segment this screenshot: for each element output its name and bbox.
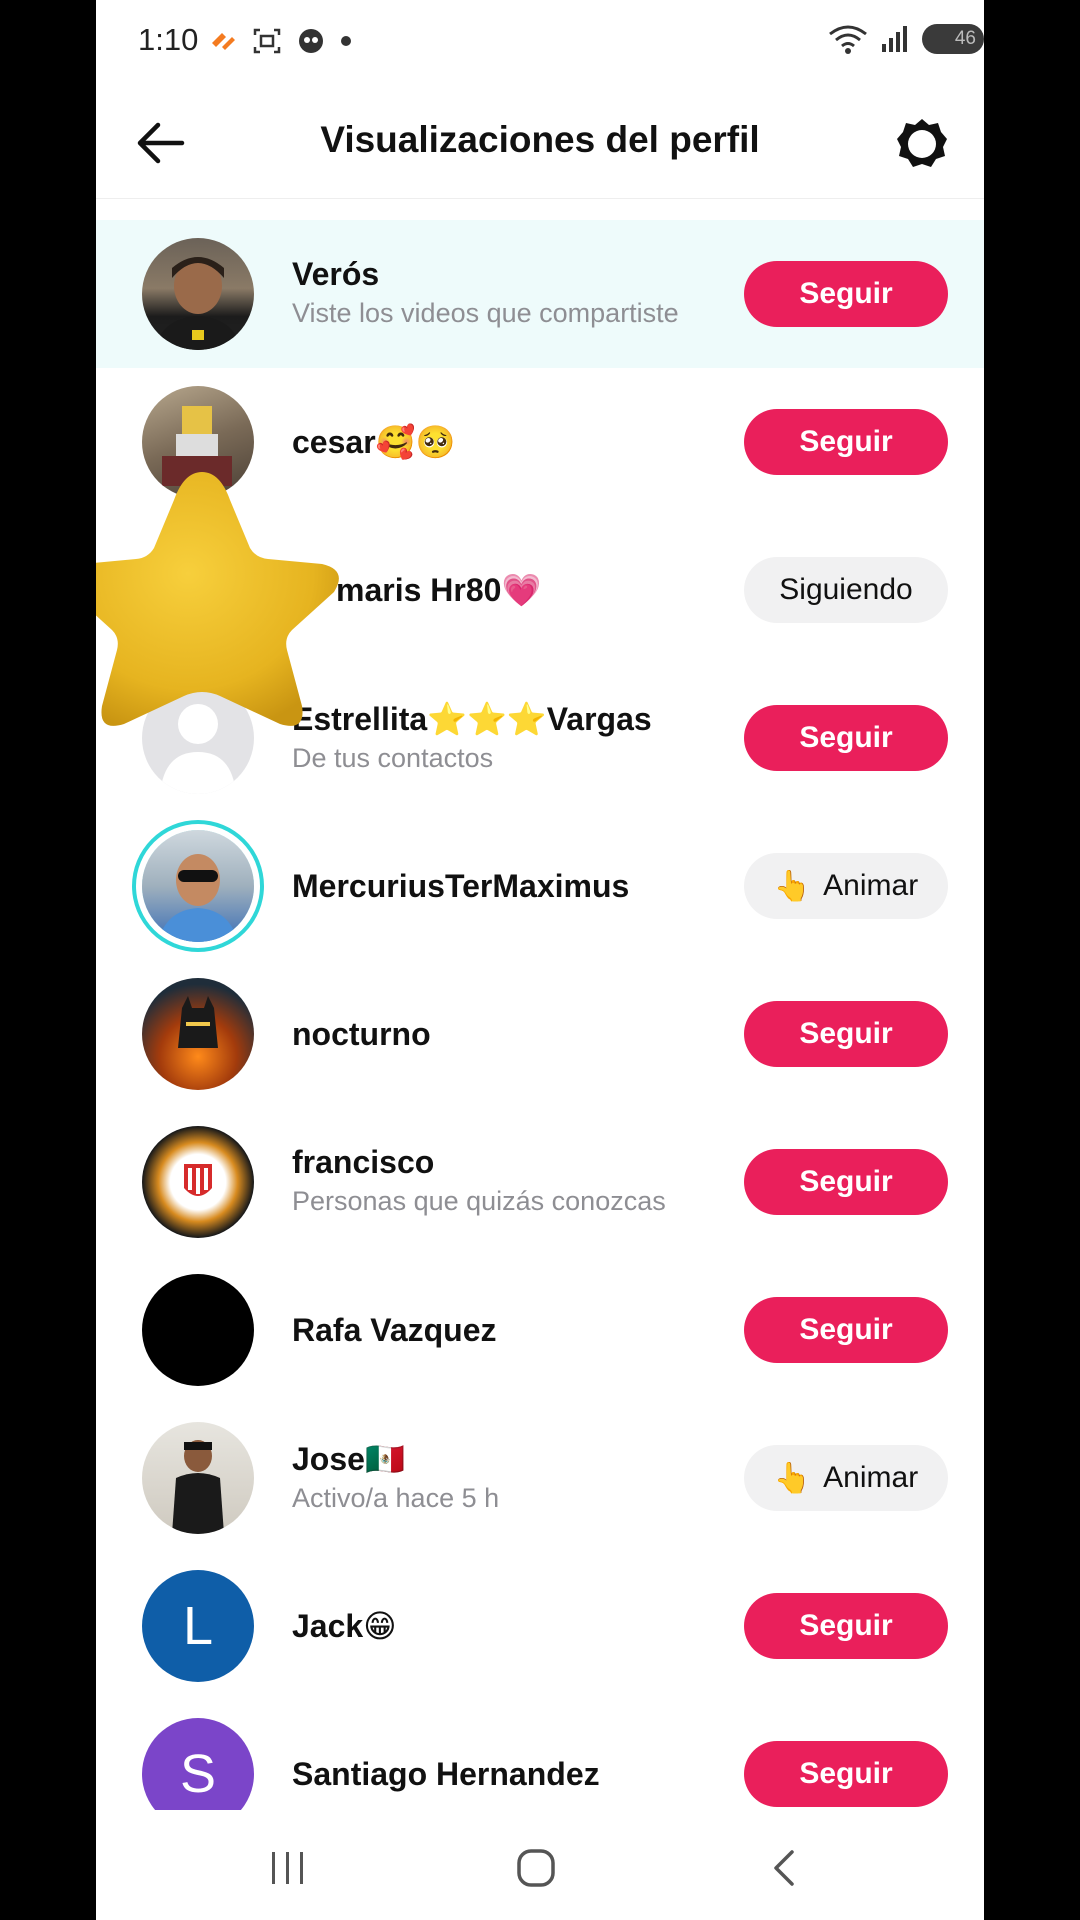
follow-button[interactable]: Seguir [744,1741,948,1807]
row-info: Jose🇲🇽 Activo/a hace 5 h [292,1404,732,1552]
user-name[interactable]: maris Hr80💗 [336,571,776,609]
row-info: MercuriusTerMaximus [292,812,732,960]
app-header: Visualizaciones del perfil [96,88,984,199]
dot-icon [341,36,351,46]
avatar-letter: S [179,1744,217,1804]
follow-button[interactable]: Seguir [744,1001,948,1067]
status-time: 1:10 [138,22,199,57]
user-name[interactable]: Jose🇲🇽 [292,1440,732,1478]
avatar-letter: L [182,1596,214,1656]
avatar[interactable] [142,830,254,942]
avatar[interactable] [142,978,254,1090]
recents-icon[interactable] [268,1850,308,1886]
viewers-list[interactable]: Verós Viste los videos que compartiste S… [96,220,984,1810]
list-item[interactable]: S Santiago Hernandez Seguir [96,1700,984,1810]
follow-button[interactable]: Seguir [744,1593,948,1659]
follow-button[interactable]: Seguir [744,705,948,771]
list-item[interactable]: L Jack😁 Seguir [96,1552,984,1700]
user-subtitle: Personas que quizás conozcas [292,1186,666,1216]
chevron-left-icon[interactable] [768,1848,798,1888]
user-name[interactable]: nocturno [292,1016,732,1053]
user-name[interactable]: cesar🥰🥺 [292,423,732,461]
row-info: cesar🥰🥺 [292,368,732,516]
follow-button[interactable]: Seguir [744,1297,948,1363]
row-info: nocturno [292,960,732,1108]
follow-button-label: Seguir [799,425,893,458]
screenshot-icon [253,28,281,54]
list-item[interactable]: Jose🇲🇽 Activo/a hace 5 h 👆 Animar [96,1404,984,1552]
user-name[interactable]: Rafa Vazquez [292,1312,732,1349]
phone-screen: 1:10 46 Visualizaciones del perfil Verós… [96,0,984,1920]
row-info: Jack😁 [292,1552,732,1700]
user-name[interactable]: MercuriusTerMaximus [292,868,732,905]
avatar[interactable] [142,1274,254,1386]
follow-button-label: Seguir [799,1313,893,1346]
avatar[interactable] [142,1126,254,1238]
avatar[interactable] [142,1422,254,1534]
user-name[interactable]: Jack😁 [292,1607,732,1645]
notification-icon [212,33,235,50]
user-name[interactable]: Estrellita⭐⭐⭐Vargas [292,700,732,738]
status-right-icons: 46 [828,24,984,54]
follow-button-label: Seguir [799,1609,893,1642]
row-info: maris Hr80💗 [336,516,776,664]
pointing-hand-icon: 👆 [773,1461,812,1495]
home-icon[interactable] [516,1848,556,1888]
user-subtitle: Activo/a hace 5 h [292,1482,500,1513]
status-bar: 1:10 46 [96,0,984,88]
follow-button[interactable]: Seguir [744,261,948,327]
user-subtitle: De tus contactos [292,742,494,773]
battery-indicator: 46 [922,24,984,54]
follow-button[interactable]: Seguir [744,1149,948,1215]
user-name[interactable]: francisco [292,1144,732,1181]
gear-icon[interactable] [894,116,950,172]
avatar[interactable]: S [142,1718,254,1810]
following-button[interactable]: Siguiendo [744,557,948,623]
signal-icon [882,26,907,52]
user-subtitle: Viste los videos que compartiste [292,298,679,328]
animar-button[interactable]: 👆 Animar [744,1445,948,1511]
follow-button-label: Seguir [799,721,893,754]
list-item[interactable]: Verós Viste los videos que compartiste S… [96,220,984,368]
row-info: Estrellita⭐⭐⭐Vargas De tus contactos [292,664,732,812]
follow-button-label: Seguir [799,1017,893,1050]
list-item[interactable]: Rafa Vazquez Seguir [96,1256,984,1404]
avatar[interactable]: L [142,1570,254,1682]
row-info: Santiago Hernandez [292,1700,732,1810]
row-info: Verós Viste los videos que compartiste [292,220,732,368]
system-nav-bar [96,1810,984,1920]
user-name[interactable]: Verós [292,256,732,293]
app-notification-icon [299,29,323,53]
avatar[interactable] [142,238,254,350]
row-info: Rafa Vazquez [292,1256,732,1404]
pointing-hand-icon: 👆 [773,869,812,903]
animar-button-label: Animar [823,869,919,902]
follow-button-label: Seguir [799,1165,893,1198]
list-item[interactable]: francisco Personas que quizás conozcas S… [96,1108,984,1256]
follow-button-label: Seguir [799,277,893,310]
follow-button-label: Seguir [799,1757,893,1790]
wifi-icon [829,25,867,54]
star-sticker-icon [96,472,339,726]
animar-button[interactable]: 👆 Animar [744,853,948,919]
user-name[interactable]: Santiago Hernandez [292,1756,732,1793]
list-item[interactable]: MercuriusTerMaximus 👆 Animar [96,812,984,960]
animar-button-label: Animar [823,1461,919,1494]
page-title: Visualizaciones del perfil [320,119,760,160]
following-button-label: Siguiendo [779,573,913,606]
row-info: francisco Personas que quizás conozcas [292,1108,732,1256]
follow-button[interactable]: Seguir [744,409,948,475]
list-item[interactable]: nocturno Seguir [96,960,984,1108]
status-left-icons [208,26,352,56]
